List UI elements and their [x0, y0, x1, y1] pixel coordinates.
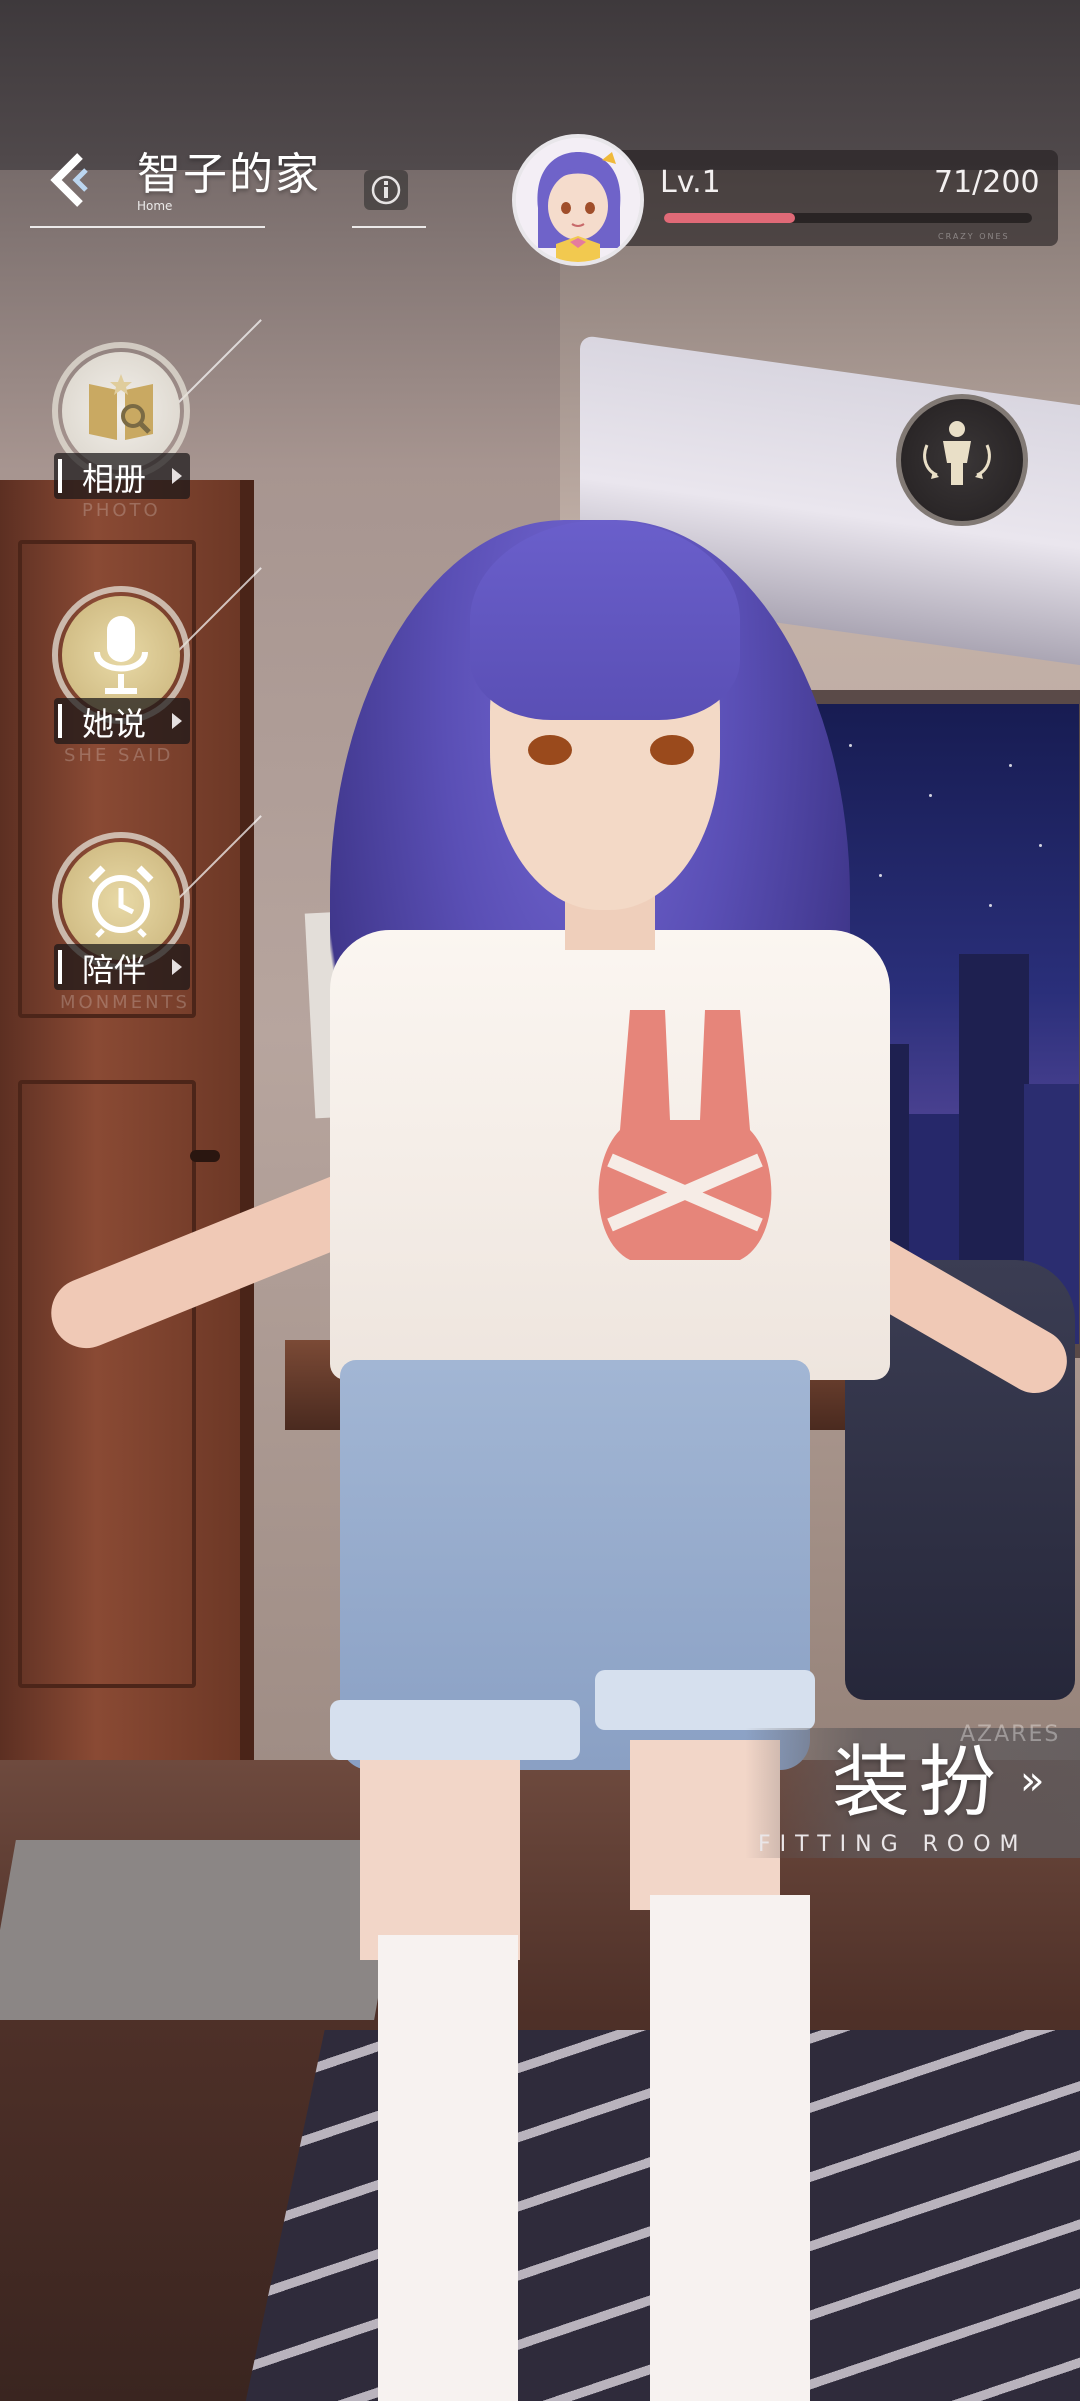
rotate-pose-icon: [923, 421, 991, 485]
shorts-cuff: [330, 1700, 580, 1760]
star: [879, 874, 882, 877]
level-label: Lv.1: [660, 165, 721, 200]
pose-button[interactable]: [896, 394, 1028, 526]
star: [1009, 764, 1012, 767]
caret-right-icon: [172, 468, 182, 484]
bunny-print: [598, 1010, 772, 1260]
caret-right-icon: [172, 959, 182, 975]
character-bangs: [470, 520, 740, 720]
shorts-cuff: [595, 1670, 815, 1730]
info-button[interactable]: [364, 170, 408, 210]
she-said-sub: SHE SAID: [64, 745, 174, 766]
title-underline: [30, 226, 265, 228]
page-subtitle: Home: [137, 199, 173, 213]
game-home-screen: 智子的家 Home Lv.1 71/200 CRAZY ONES 相册 PHOT…: [0, 0, 1080, 2401]
character-eye-left: [528, 735, 572, 765]
character-leg: [360, 1760, 520, 1960]
fitting-room-subtitle: FITTING ROOM: [758, 1832, 1028, 1857]
chevron-left-icon[interactable]: [46, 150, 92, 210]
caret-right-icon: [172, 713, 182, 729]
exp-bar-fill: [664, 213, 795, 223]
page-title: 智子的家: [137, 149, 321, 200]
album-label[interactable]: 相册: [82, 454, 146, 500]
exp-counter: 71/200: [934, 165, 1040, 200]
label-bar: [58, 950, 62, 984]
avatar-portrait: [516, 138, 640, 262]
doormat: [0, 1840, 406, 2020]
character-sock: [378, 1935, 518, 2401]
label-bar: [58, 704, 62, 738]
character-eye-right: [650, 735, 694, 765]
star: [929, 794, 932, 797]
album-icon: [89, 374, 153, 440]
door-panel: [18, 1080, 196, 1688]
fitting-room-title[interactable]: 装扮: [832, 1720, 1004, 1832]
label-bar: [58, 459, 62, 493]
moments-sub: MONMENTS: [60, 992, 190, 1013]
album-sub: PHOTO: [82, 500, 161, 521]
star: [849, 744, 852, 747]
star: [1039, 844, 1042, 847]
info-underline: [352, 226, 426, 228]
avatar[interactable]: [512, 134, 644, 266]
level-tag: CRAZY ONES: [938, 232, 1010, 241]
double-chevron-right-icon: »: [1020, 1758, 1045, 1804]
door-handle: [190, 1150, 220, 1162]
info-icon: [371, 175, 401, 205]
character-sock: [650, 1895, 810, 2401]
moments-label[interactable]: 陪伴: [82, 945, 146, 991]
she-said-label[interactable]: 她说: [82, 699, 146, 745]
exp-bar: [664, 213, 1032, 223]
star: [989, 904, 992, 907]
microphone-icon: [94, 616, 148, 694]
alarm-clock-icon: [88, 865, 154, 938]
